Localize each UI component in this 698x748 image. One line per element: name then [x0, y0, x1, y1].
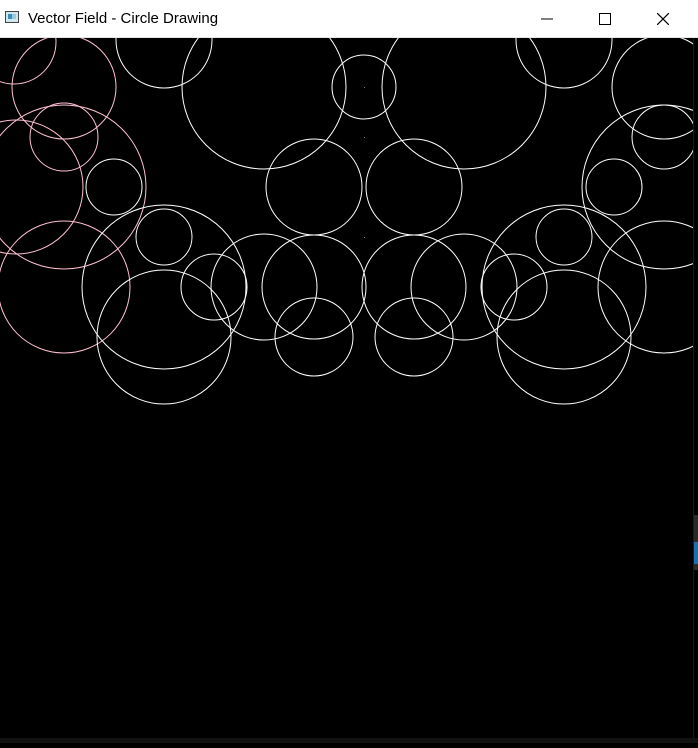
drawn-circle — [611, 34, 698, 140]
drawn-circle — [265, 138, 363, 236]
drawn-circle — [535, 208, 593, 266]
drawn-circle — [0, 119, 84, 255]
drawn-circle — [365, 138, 463, 236]
window-title: Vector Field - Circle Drawing — [28, 10, 219, 27]
drawn-circle — [115, 0, 213, 89]
close-icon — [657, 13, 669, 25]
center-dot — [364, 237, 365, 238]
minimize-icon — [541, 18, 553, 20]
drawn-circle — [481, 204, 647, 370]
drawn-circle — [85, 158, 143, 216]
drawn-circle — [81, 204, 247, 370]
title-bar: Vector Field - Circle Drawing — [0, 0, 698, 38]
minimize-button[interactable] — [518, 0, 576, 38]
drawn-circle — [29, 102, 99, 172]
drawn-circle — [597, 220, 698, 354]
drawn-circle — [0, 0, 57, 85]
drawn-circle — [0, 104, 147, 270]
center-dot — [364, 87, 365, 88]
drawn-circle — [581, 104, 698, 270]
drawing-canvas[interactable] — [0, 0, 698, 743]
maximize-icon — [599, 13, 611, 25]
circle-drawing — [0, 0, 698, 405]
drawn-circle — [631, 104, 697, 170]
drawn-circle — [0, 220, 131, 354]
drawn-circle — [180, 253, 248, 321]
drawn-circle — [135, 208, 193, 266]
maximize-button[interactable] — [576, 0, 634, 38]
window-bottom-edge — [0, 738, 698, 743]
window-right-edge — [693, 38, 698, 743]
app-window-icon — [5, 11, 19, 23]
background-window-edge — [694, 515, 698, 570]
drawn-circle — [210, 233, 318, 341]
drawn-circle — [585, 158, 643, 216]
drawn-circle — [374, 297, 454, 377]
drawn-circle — [11, 34, 117, 140]
drawn-circle — [381, 4, 547, 170]
center-dot — [364, 137, 365, 138]
drawn-circle — [274, 297, 354, 377]
drawn-circle — [480, 253, 548, 321]
drawn-circle — [181, 4, 347, 170]
drawn-circle — [410, 233, 518, 341]
close-button[interactable] — [634, 0, 692, 38]
drawn-circle — [515, 0, 613, 89]
